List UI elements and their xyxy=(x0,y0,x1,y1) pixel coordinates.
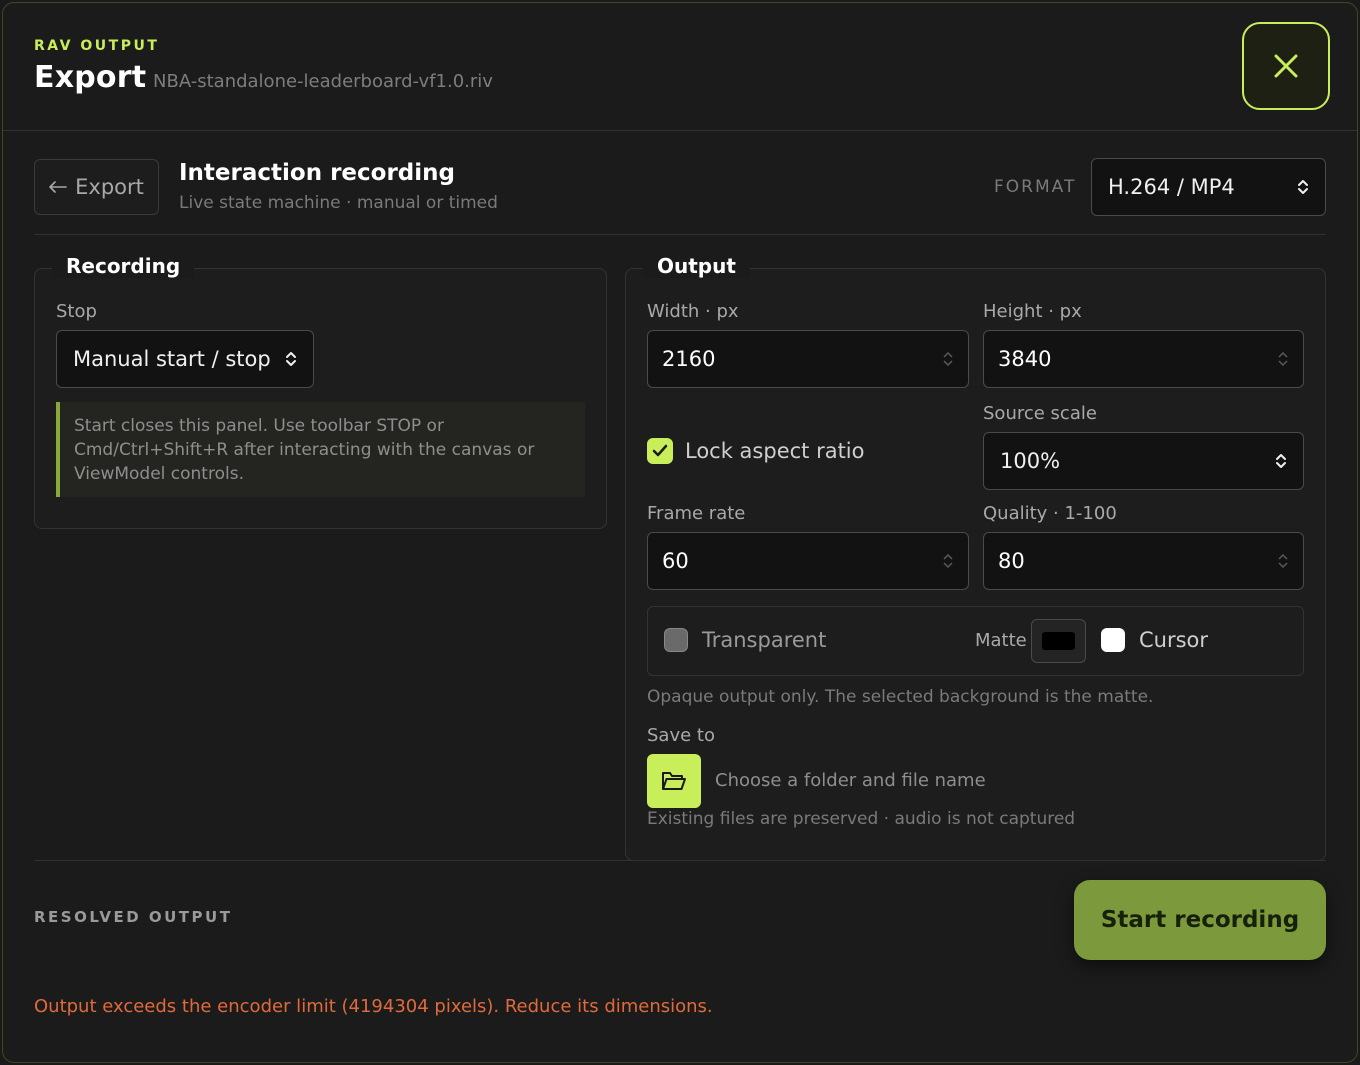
quality-label: Quality · 1-100 xyxy=(983,503,1117,524)
frame-rate-input[interactable]: 60 xyxy=(647,532,969,590)
source-scale-value: 100% xyxy=(1000,449,1061,473)
save-path-text[interactable]: Choose a folder and file name xyxy=(715,770,986,791)
width-input[interactable]: 2160 xyxy=(647,330,969,388)
matte-color-swatch[interactable] xyxy=(1031,619,1086,663)
resolved-output-label: RESOLVED OUTPUT xyxy=(34,908,233,926)
source-scale-label: Source scale xyxy=(983,403,1097,424)
chevron-updown-icon xyxy=(286,352,296,366)
lock-aspect-checkbox[interactable] xyxy=(647,438,673,464)
save-note: Existing files are preserved · audio is … xyxy=(647,809,1076,829)
error-message: Output exceeds the encoder limit (419430… xyxy=(34,996,713,1017)
width-value: 2160 xyxy=(662,347,716,371)
lock-aspect-label: Lock aspect ratio xyxy=(685,439,865,463)
section-subtitle: Live state machine · manual or timed xyxy=(179,193,498,213)
source-scale-select[interactable]: 100% xyxy=(983,432,1304,490)
dialog-eyebrow: RAV OUTPUT xyxy=(34,38,160,54)
height-value: 3840 xyxy=(998,347,1052,371)
opaque-note: Opaque output only. The selected backgro… xyxy=(647,687,1154,707)
choose-folder-button[interactable] xyxy=(647,754,701,808)
file-name: NBA-standalone-leaderboard-vf1.0.riv xyxy=(153,71,493,92)
matte-color-fill xyxy=(1042,632,1075,650)
cursor-checkbox[interactable] xyxy=(1101,628,1125,652)
transparent-label: Transparent xyxy=(702,628,827,652)
stop-select[interactable]: Manual start / stop xyxy=(56,330,314,388)
matte-label: Matte xyxy=(975,630,1027,651)
width-label: Width · px xyxy=(647,301,739,322)
chevron-updown-icon xyxy=(1276,454,1286,468)
transparent-toggle[interactable]: Transparent xyxy=(664,628,826,652)
transparent-checkbox[interactable] xyxy=(664,628,688,652)
height-label: Height · px xyxy=(983,301,1082,322)
cursor-toggle[interactable]: Cursor xyxy=(1101,628,1208,652)
start-recording-button[interactable]: Start recording xyxy=(1074,880,1326,960)
arrow-left-icon xyxy=(49,181,67,193)
header-divider xyxy=(3,130,1357,131)
footer-divider xyxy=(34,860,1326,861)
section-title: Interaction recording xyxy=(179,160,455,186)
close-button[interactable] xyxy=(1242,22,1330,110)
stop-select-value: Manual start / stop xyxy=(73,347,271,371)
format-label: FORMAT xyxy=(994,177,1077,197)
chevron-updown-icon xyxy=(1298,180,1308,194)
back-export-label: Export xyxy=(75,175,144,199)
lock-aspect-toggle[interactable]: Lock aspect ratio xyxy=(647,438,865,464)
quality-value: 80 xyxy=(998,549,1025,573)
stepper-icon xyxy=(1278,553,1288,569)
height-input[interactable]: 3840 xyxy=(983,330,1304,388)
back-export-button[interactable]: Export xyxy=(34,159,159,215)
checkmark-icon xyxy=(652,444,668,457)
output-legend: Output xyxy=(643,254,750,278)
stepper-icon xyxy=(1278,351,1288,367)
quality-input[interactable]: 80 xyxy=(983,532,1304,590)
save-to-label: Save to xyxy=(647,725,715,746)
subheader-divider xyxy=(34,234,1326,235)
frame-rate-value: 60 xyxy=(662,549,689,573)
stop-label: Stop xyxy=(56,301,97,322)
frame-rate-label: Frame rate xyxy=(647,503,746,524)
recording-note: Start closes this panel. Use toolbar STO… xyxy=(56,402,585,497)
dialog-title: Export xyxy=(34,60,147,95)
format-select[interactable]: H.264 / MP4 xyxy=(1091,158,1326,216)
recording-legend: Recording xyxy=(52,254,195,278)
cursor-label: Cursor xyxy=(1139,628,1209,652)
format-select-value: H.264 / MP4 xyxy=(1108,175,1235,199)
stepper-icon xyxy=(943,351,953,367)
close-icon xyxy=(1274,54,1298,78)
folder-open-icon xyxy=(662,772,686,790)
stepper-icon xyxy=(943,553,953,569)
